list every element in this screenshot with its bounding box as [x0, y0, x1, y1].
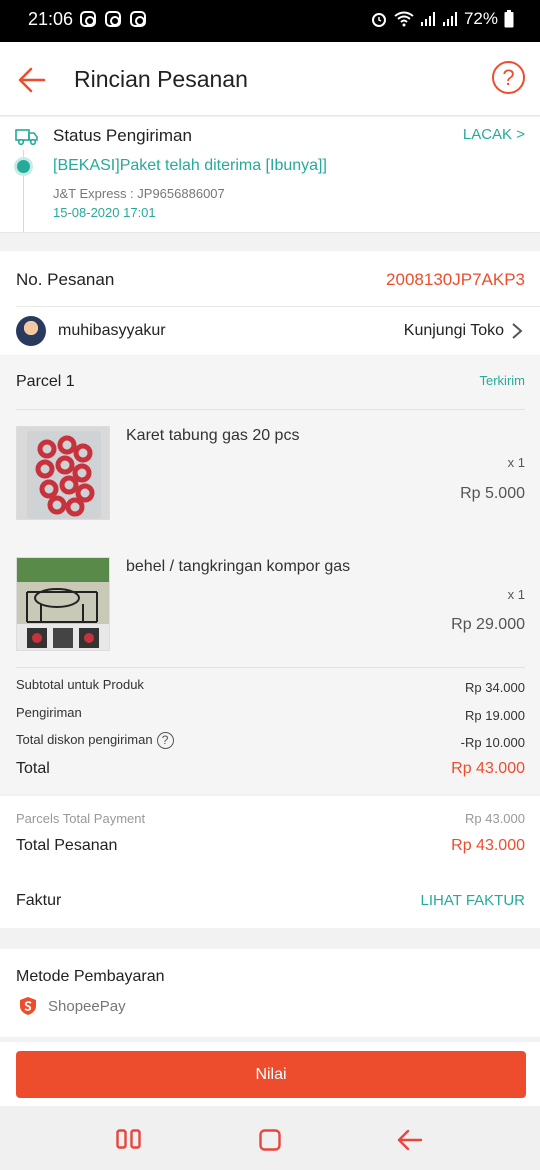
instagram-icon — [80, 11, 96, 27]
divider — [16, 306, 540, 307]
divider — [16, 409, 525, 410]
chevron-right-icon[interactable] — [509, 322, 525, 340]
courier-info: J&T Express : JP9656886007 — [53, 186, 225, 201]
product-image[interactable] — [16, 426, 110, 520]
parcel-title: Parcel 1 — [16, 373, 75, 390]
payment-method-title: Metode Pembayaran — [16, 968, 165, 985]
product-price: Rp 5.000 — [460, 485, 525, 502]
product-name[interactable]: behel / tangkringan kompor gas — [126, 558, 350, 576]
view-invoice-link[interactable]: LIHAT FAKTUR — [421, 892, 525, 909]
alarm-icon — [371, 13, 386, 27]
subtotal-label: Subtotal untuk Produk — [16, 677, 144, 692]
signal-icon — [420, 12, 435, 26]
parcels-total-value: Rp 43.000 — [465, 811, 525, 826]
product-image[interactable] — [16, 557, 110, 651]
shipping-message: [BEKASI]Paket telah diterima [Ibunya]] — [53, 157, 327, 174]
shipping-timestamp: 15-08-2020 17:01 — [53, 205, 156, 220]
order-total-label: Total Pesanan — [16, 837, 118, 854]
instagram-icon — [130, 11, 146, 27]
system-nav-bar — [0, 1106, 540, 1170]
payment-method-card — [0, 949, 540, 1037]
shipping-fee-value: Rp 19.000 — [465, 708, 525, 723]
timeline-dot — [17, 160, 30, 173]
product-name[interactable]: Karet tabung gas 20 pcs — [126, 427, 299, 445]
parcels-total-label: Parcels Total Payment — [16, 811, 146, 826]
avatar — [16, 316, 46, 346]
product-qty: x 1 — [507, 455, 525, 470]
order-number-label: No. Pesanan — [16, 270, 115, 289]
status-time: 21:06 — [28, 9, 74, 29]
back-arrow-icon[interactable] — [16, 64, 48, 96]
truck-icon — [15, 129, 38, 146]
product-price: Rp 29.000 — [451, 616, 525, 633]
product-qty: x 1 — [507, 587, 525, 602]
divider — [16, 667, 525, 668]
subtotal-value: Rp 34.000 — [465, 680, 525, 695]
status-bar: 21:06 72% — [0, 0, 540, 42]
shipping-fee-label: Pengiriman — [16, 705, 82, 720]
battery-icon — [504, 10, 514, 28]
battery-percent: 72% — [463, 9, 498, 28]
payment-method-name: ShopeePay — [48, 998, 126, 1015]
total-label: Total — [16, 760, 50, 777]
rate-button[interactable]: Nilai — [16, 1051, 526, 1098]
info-icon[interactable]: ? — [156, 732, 174, 750]
shipping-discount-label: Total diskon pengiriman? — [16, 732, 174, 750]
app-bar: Rincian Pesanan ? — [0, 42, 540, 116]
recent-apps-icon[interactable] — [116, 1129, 142, 1149]
invoice-label: Faktur — [16, 892, 62, 909]
signal-icon — [442, 12, 457, 26]
page-title: Rincian Pesanan — [74, 66, 248, 92]
shop-name[interactable]: muhibasyyakur — [58, 322, 166, 340]
home-icon[interactable] — [259, 1129, 281, 1151]
shopeepay-icon — [20, 997, 36, 1015]
parcel-status-badge: Terkirim — [479, 373, 526, 388]
instagram-icon — [105, 11, 121, 27]
shipping-discount-value: -Rp 10.000 — [460, 735, 525, 750]
visit-shop-link[interactable]: Kunjungi Toko — [404, 322, 504, 340]
status-indicators: 72% — [370, 9, 514, 29]
help-icon[interactable]: ? — [492, 61, 525, 94]
order-total-value: Rp 43.000 — [451, 837, 525, 854]
shipping-status-title: Status Pengiriman — [53, 126, 192, 145]
track-link[interactable]: LACAK > — [463, 126, 525, 143]
back-icon[interactable] — [397, 1129, 423, 1151]
total-value: Rp 43.000 — [451, 760, 525, 777]
shipping-discount-text: Total diskon pengiriman — [16, 732, 153, 747]
wifi-icon — [394, 11, 414, 27]
order-number[interactable]: 2008130JP7AKP3 — [386, 270, 525, 290]
